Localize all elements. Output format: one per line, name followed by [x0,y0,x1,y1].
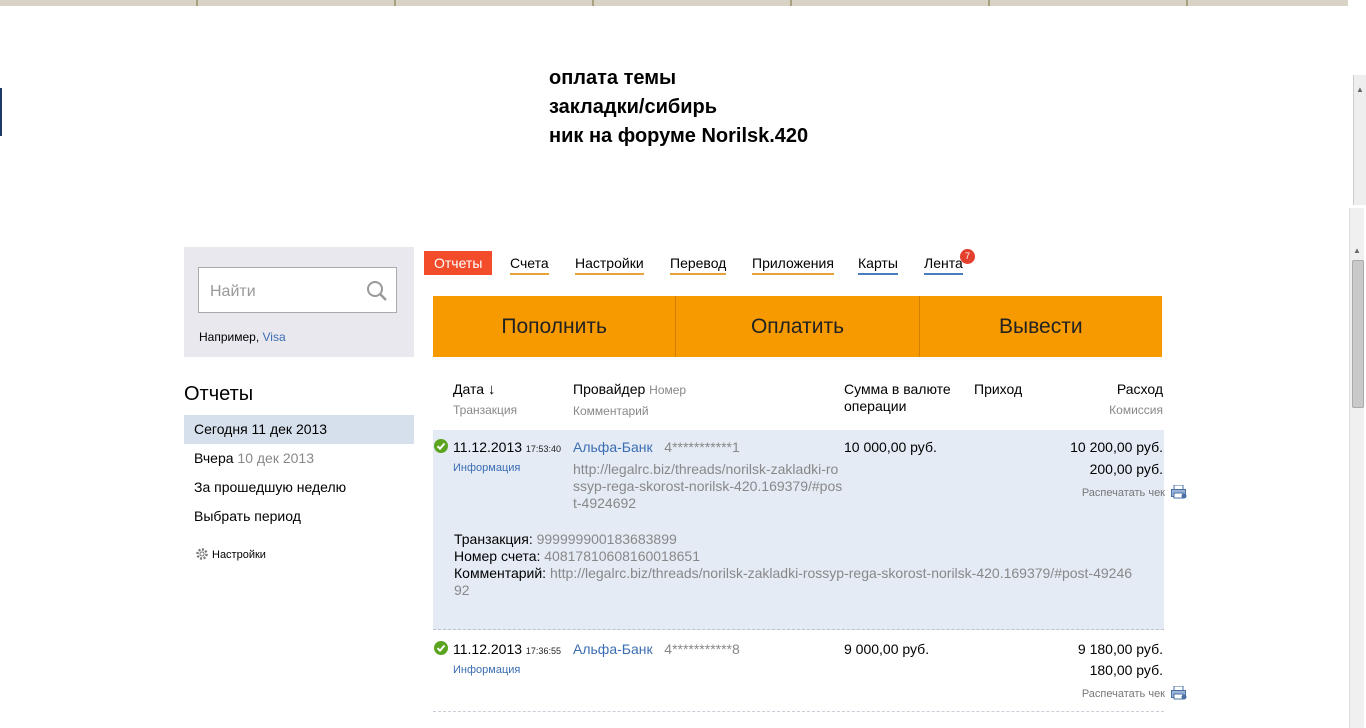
pay-button[interactable]: Оплатить [676,296,920,357]
sidebar-item-choose-period[interactable]: Выбрать период [184,502,414,531]
tab-settings[interactable]: Настройки [575,251,644,275]
row-commission: 180,00 руб. [1089,662,1163,678]
search-hint-example-link[interactable]: Visa [262,330,285,344]
column-header-sum: Сумма в валюте операции [844,381,951,414]
column-header-provider: Провайдер Номер Комментарий [573,381,687,418]
annotation-note: оплата темы закладки/сибирь ник на форум… [549,64,808,151]
print-icon[interactable] [1171,485,1187,499]
row-provider: Альфа-Банк 4***********1 [573,439,740,455]
row-info-link[interactable]: Информация [453,662,520,679]
table-row[interactable]: 11.12.2013 17:36:55 Информация Альфа-Бан… [433,631,1187,712]
scroll-up-icon[interactable]: ▲ [1353,246,1361,255]
withdraw-button[interactable]: Вывести [919,296,1162,357]
tab-accounts[interactable]: Счета [510,251,549,275]
row-expense: 9 180,00 руб. [1077,641,1163,657]
row-info-link[interactable]: Информация [453,460,520,477]
row-comment: http://legalrc.biz/threads/norilsk-zakla… [573,461,843,511]
scroll-thumb[interactable] [1352,260,1364,408]
tab-feed[interactable]: Лента [924,251,963,275]
search-placeholder: Найти [210,283,256,300]
tab-reports[interactable]: Отчеты [424,251,493,275]
row-commission: 200,00 руб. [1089,461,1163,477]
sort-down-icon[interactable]: ↓ [488,381,496,398]
row-sum: 9 000,00 руб. [844,641,930,657]
gear-icon [196,548,208,560]
row-sum: 10 000,00 руб. [844,439,937,455]
tab-transfer[interactable]: Перевод [670,251,727,275]
topup-button[interactable]: Пополнить [433,296,677,357]
note-line-2: закладки/сибирь [549,96,718,118]
search-input[interactable]: Найти [198,267,397,313]
sidebar-title: Отчеты [184,383,254,405]
column-header-expense: Расход Комиссия [1109,381,1163,417]
note-line-1: оплата темы [549,67,677,89]
row-date: 11.12.2013 17:53:40 [453,439,561,455]
sidebar-item-last-week[interactable]: За прошедшую неделю [184,473,414,502]
row-date: 11.12.2013 17:36:55 [453,641,561,657]
search-panel: Найти Например, Visa [184,247,414,357]
tab-cards[interactable]: Карты [858,251,898,275]
note-line-3: ник на форуме Norilsk.420 [549,125,809,147]
outer-scrollbar[interactable]: ▲ [1353,75,1366,205]
success-check-icon [434,641,448,655]
tab-apps[interactable]: Приложения [752,251,834,275]
print-icon[interactable] [1171,686,1187,700]
window-edge [0,88,2,136]
search-hint: Например, Visa [199,330,286,344]
browser-top-strip [0,0,1366,6]
sidebar-item-today[interactable]: Сегодня 11 дек 2013 [184,415,414,444]
print-receipt-link[interactable]: Распечатать чек [993,686,1165,703]
page-scrollbar[interactable]: ▲ [1349,208,1364,728]
action-bar: Пополнить Оплатить Вывести [433,296,1162,357]
provider-link[interactable]: Альфа-Банк [573,641,653,657]
feed-count-badge: 7 [960,249,975,264]
table-row[interactable]: 11.12.2013 17:53:40 Информация Альфа-Бан… [433,430,1187,630]
column-header-income: Приход [974,381,1023,397]
provider-link[interactable]: Альфа-Банк [573,439,653,455]
sidebar-settings-link[interactable]: Настройки [195,547,266,561]
row-expense: 10 200,00 руб. [1070,439,1163,455]
row-provider: Альфа-Банк 4***********8 [573,641,740,657]
print-receipt-link[interactable]: Распечатать чек [993,485,1165,502]
transaction-details: Транзакция: 999999900183683899 Номер сче… [454,531,1133,598]
search-icon[interactable] [366,280,388,302]
sidebar-item-yesterday[interactable]: Вчера 10 дек 2013 [184,444,414,473]
column-header-date[interactable]: Дата ↓ Транзакция [453,381,517,419]
success-check-icon [434,439,448,453]
